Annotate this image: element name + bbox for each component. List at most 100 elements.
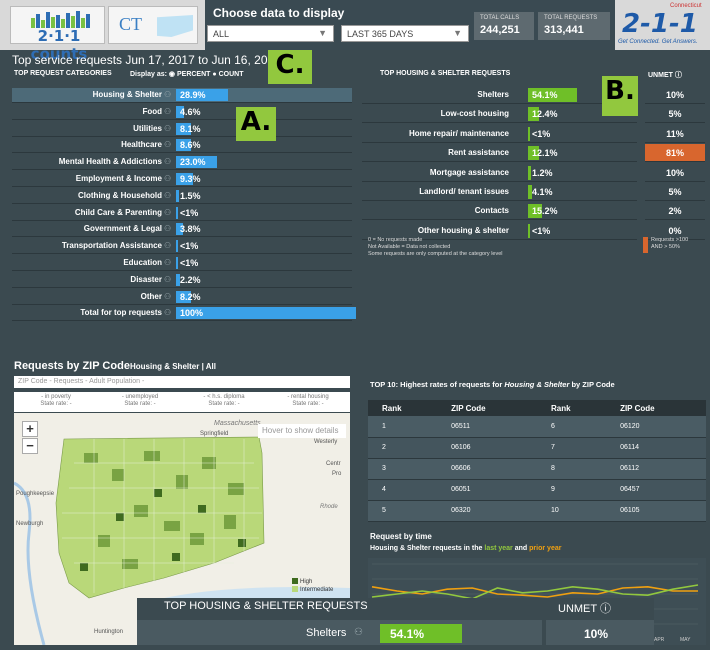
category-label: Food	[142, 106, 162, 116]
people-icon[interactable]: ⚇	[164, 292, 171, 301]
callout-b: B.	[602, 76, 638, 116]
category-select[interactable]: ALL ▼	[207, 25, 334, 42]
zip-header[interactable]: ZIP Code	[437, 400, 537, 416]
housing-value: 12.4%	[532, 109, 558, 120]
category-row[interactable]: Disaster ⚇ 2.2%	[12, 273, 352, 288]
top-requests-title: Top service requests Jun 17, 2017 to Jun…	[12, 53, 281, 67]
category-row[interactable]: Other ⚇ 8.2%	[12, 290, 352, 305]
category-row[interactable]: Utilities ⚇ 8.1%	[12, 122, 352, 137]
category-row[interactable]: Housing & Shelter ⚇ 28.9%	[12, 88, 352, 103]
rank-header[interactable]: Rank	[536, 400, 607, 416]
zoom-in-button[interactable]: +	[22, 421, 38, 437]
info-icon[interactable]: ⓘ	[675, 72, 682, 79]
last-year-label: last year	[484, 545, 513, 552]
category-row[interactable]: Child Care & Parenting ⚇ <1%	[12, 206, 352, 221]
housing-row[interactable]: Shelters 54.1%	[362, 86, 637, 104]
zip-section-subtitle: Housing & Shelter | All	[130, 362, 216, 371]
housing-row[interactable]: Rent assistance 12.1%	[362, 144, 637, 163]
map-place-massachusetts: Massachusetts	[214, 420, 261, 427]
people-icon[interactable]: ⚇	[164, 224, 171, 233]
category-label: Disaster	[130, 274, 162, 284]
housing-row[interactable]: Contacts 15.2%	[362, 202, 637, 221]
rank-cell: 9	[536, 479, 607, 501]
category-value: <1%	[180, 258, 199, 268]
211-counts-logo[interactable]: 2·1·1 counts	[10, 6, 105, 63]
category-label: Clothing & Household	[78, 190, 162, 200]
category-row[interactable]: Clothing & Household ⚇ 1.5%	[12, 189, 352, 204]
brand-number: 2-1-1	[622, 9, 698, 39]
category-row[interactable]: Government & Legal ⚇ 3.8%	[12, 222, 352, 238]
zoom-out-button[interactable]: −	[22, 438, 38, 454]
top10-title-suffix: by ZIP Code	[571, 380, 615, 389]
people-icon[interactable]: ⚇	[164, 157, 171, 166]
people-icon[interactable]: ⚇	[164, 241, 171, 250]
people-icon[interactable]: ⚇	[164, 90, 171, 99]
category-select-value: ALL	[213, 29, 230, 39]
period-select-value: LAST 365 DAYS	[347, 29, 414, 39]
people-icon[interactable]: ⚇	[164, 140, 171, 149]
category-row[interactable]: Education ⚇ <1%	[12, 256, 352, 271]
total-calls-value: 244,251	[480, 24, 520, 36]
stat-line: State rate: -	[292, 401, 324, 407]
people-icon[interactable]: ⚇	[164, 124, 171, 133]
housing-row[interactable]: Mortgage assistance 1.2%	[362, 164, 637, 182]
housing-row[interactable]: Low-cost housing 12.4%	[362, 105, 637, 124]
people-icon[interactable]: ⚇	[354, 627, 363, 638]
state-selector[interactable]: CT	[108, 6, 198, 44]
top10-title-prefix: TOP 10: Highest rates of requests for	[370, 380, 503, 389]
time-subtitle-prefix: Housing & Shelter requests in the	[370, 545, 483, 552]
stat-rental: - rental housing State rate: -	[266, 394, 350, 408]
map-place-springfield: Springfield	[200, 431, 228, 437]
category-value: 1.5%	[180, 190, 201, 201]
info-icon[interactable]: ⓘ	[600, 603, 611, 615]
ct-211-brand-logo[interactable]: Connecticut 2-1-1 Get Connected. Get Ans…	[618, 3, 706, 47]
housing-requests-title: TOP HOUSING & SHELTER REQUESTS	[380, 70, 511, 77]
housing-row[interactable]: Home repair/ maintenance <1%	[362, 125, 637, 143]
table-row[interactable]: 3 06606 8 06112	[368, 458, 706, 480]
display-as-label: Display as:	[130, 71, 167, 78]
people-icon[interactable]: ⚇	[164, 308, 171, 317]
zip-cell: 06112	[606, 458, 706, 480]
housing-value: 4.1%	[532, 187, 553, 197]
count-radio[interactable]: ● COUNT	[212, 71, 243, 78]
legend-intermediate: Intermediate	[292, 586, 333, 594]
category-row[interactable]: Mental Health & Addictions ⚇ 23.0%	[12, 155, 352, 171]
table-row[interactable]: 1 06511 6 06120	[368, 416, 706, 438]
prior-year-label: prior year	[529, 545, 562, 552]
top10-title-category: Housing & Shelter	[504, 380, 570, 389]
people-icon[interactable]: ⚇	[164, 191, 171, 200]
category-row[interactable]: Food ⚇ 4.6%	[12, 105, 352, 120]
housing-value: 15.2%	[532, 206, 558, 217]
stat-line: - unemployed	[121, 394, 159, 400]
rank-header[interactable]: Rank	[368, 400, 438, 416]
stat-line: - rental housing	[287, 394, 329, 400]
category-label: Transportation Assistance	[61, 241, 162, 251]
category-bar	[176, 189, 179, 202]
note-line: 0 = No requests made	[368, 237, 423, 243]
percent-radio[interactable]: ◉ PERCENT	[169, 71, 211, 78]
stat-line: State rate: -	[40, 401, 72, 407]
category-label: Mental Health & Addictions	[58, 157, 162, 167]
zip-header[interactable]: ZIP Code	[606, 400, 706, 416]
housing-row[interactable]: Landlord/ tenant issues 4.1%	[362, 183, 637, 201]
housing-value: <1%	[532, 225, 551, 236]
housing-label: Home repair/ maintenance	[408, 128, 509, 138]
category-row[interactable]: Employment & Income ⚇ 9.3%	[12, 172, 352, 187]
category-value: 100%	[180, 308, 204, 319]
category-row[interactable]: Transportation Assistance ⚇ <1%	[12, 239, 352, 255]
people-icon[interactable]: ⚇	[164, 174, 171, 183]
table-row[interactable]: 2 06106 7 06114	[368, 437, 706, 459]
people-icon[interactable]: ⚇	[164, 258, 171, 267]
table-row[interactable]: 4 06051 9 06457	[368, 479, 706, 501]
people-icon[interactable]: ⚇	[164, 107, 171, 116]
table-row[interactable]: 5 06320 10 06105	[368, 500, 706, 522]
people-icon[interactable]: ⚇	[164, 275, 171, 284]
zip-filter-input[interactable]: ZIP Code - Requests - Adult Population -	[14, 376, 350, 388]
period-select[interactable]: LAST 365 DAYS ▼	[341, 25, 469, 42]
overlay-unmet-value: 10%	[584, 627, 609, 641]
legend-swatch	[292, 586, 298, 593]
category-row[interactable]: Healthcare ⚇ 8.6%	[12, 138, 352, 154]
rank-cell: 7	[536, 437, 607, 459]
people-icon[interactable]: ⚇	[164, 208, 171, 217]
category-row[interactable]: Total for top requests ⚇ 100%	[12, 306, 356, 322]
